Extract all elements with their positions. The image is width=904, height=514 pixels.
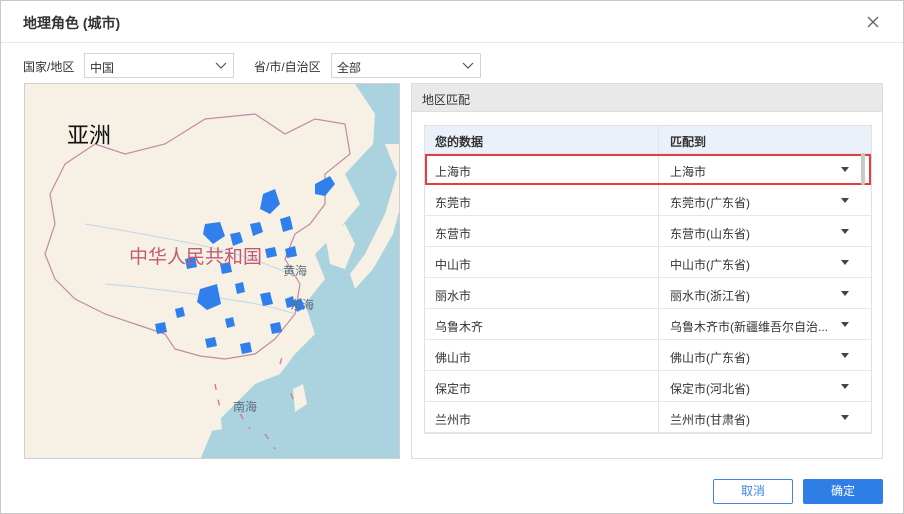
- dialog-titlebar: 地理角色 (城市): [1, 1, 903, 43]
- caret-down-icon[interactable]: [841, 415, 849, 420]
- table-header: 您的数据 匹配到: [425, 126, 871, 154]
- ok-button[interactable]: 确定: [803, 479, 883, 504]
- row-data-cell: 乌鲁木齐: [435, 320, 484, 334]
- row-match-cell[interactable]: 丽水市(浙江省): [670, 287, 840, 304]
- caret-down-icon[interactable]: [841, 229, 849, 234]
- match-table[interactable]: 您的数据 匹配到 上海市 上海市 东莞市 东莞市(广东省) 东营市 东营市(山东…: [424, 125, 872, 434]
- row-data-cell: 丽水市: [435, 289, 472, 303]
- geo-role-dialog: 地理角色 (城市) 国家/地区 中国 省/市/自治区 全部 亚洲 中华人民共和国…: [0, 0, 904, 514]
- map-label-yellow-sea: 黄海: [283, 264, 308, 278]
- taiwan-island: [293, 384, 307, 412]
- cancel-button[interactable]: 取消: [713, 479, 793, 504]
- panel-title: 地区匹配: [422, 93, 471, 107]
- dialog-title: 地理角色 (城市): [23, 15, 121, 31]
- province-label: 省/市/自治区: [254, 60, 321, 74]
- table-row[interactable]: 乌鲁木齐 乌鲁木齐市(新疆维吾尔自治...: [425, 309, 871, 340]
- map-label-continent: 亚洲: [67, 123, 112, 148]
- table-row[interactable]: 丽水市 丽水市(浙江省): [425, 278, 871, 309]
- map-label-east-sea: 东海: [290, 298, 315, 312]
- row-data-cell: 中山市: [435, 258, 472, 272]
- chevron-down-icon: [215, 62, 227, 69]
- row-data-cell: 上海市: [435, 165, 472, 179]
- caret-down-icon[interactable]: [841, 198, 849, 203]
- map-view[interactable]: 亚洲 中华人民共和国 黄海 东海 南海: [24, 83, 400, 459]
- table-row-selected[interactable]: 上海市 上海市: [425, 154, 871, 185]
- map-label-country: 中华人民共和国: [129, 247, 263, 268]
- row-data-cell: 东营市: [435, 227, 472, 241]
- header-your-data: 您的数据: [435, 135, 484, 149]
- table-row[interactable]: 兰州市 兰州市(甘肃省): [425, 402, 871, 433]
- country-select[interactable]: 中国: [84, 53, 234, 78]
- table-row[interactable]: 东营市 东营市(山东省): [425, 216, 871, 247]
- caret-down-icon[interactable]: [841, 353, 849, 358]
- caret-down-icon[interactable]: [841, 167, 849, 172]
- row-match-cell[interactable]: 东营市(山东省): [670, 225, 840, 242]
- table-scrollbar[interactable]: [861, 153, 865, 185]
- caret-down-icon[interactable]: [841, 291, 849, 296]
- province-select[interactable]: 全部: [331, 53, 481, 78]
- row-data-cell: 兰州市: [435, 413, 472, 427]
- japan-island: [350, 144, 399, 289]
- region-match-panel: 地区匹配 您的数据 匹配到 上海市 上海市 东莞市 东莞市(广东省) 东营市 东…: [411, 83, 883, 459]
- table-row[interactable]: 佛山市 佛山市(广东省): [425, 340, 871, 371]
- row-data-cell: 佛山市: [435, 351, 472, 365]
- row-match-cell[interactable]: 兰州市(甘肃省): [670, 411, 840, 428]
- panel-header: 地区匹配: [412, 84, 882, 112]
- caret-down-icon[interactable]: [841, 260, 849, 265]
- row-match-cell[interactable]: 佛山市(广东省): [670, 349, 840, 366]
- map-label-south-sea: 南海: [233, 400, 258, 414]
- row-match-cell[interactable]: 乌鲁木齐市(新疆维吾尔自治...: [670, 318, 840, 335]
- hainan-island: [203, 412, 222, 432]
- row-data-cell: 东莞市: [435, 196, 472, 210]
- table-row[interactable]: 中山市 中山市(广东省): [425, 247, 871, 278]
- table-row[interactable]: 保定市 保定市(河北省): [425, 371, 871, 402]
- country-select-value: 中国: [90, 61, 115, 75]
- row-match-cell[interactable]: 保定市(河北省): [670, 380, 840, 397]
- row-match-cell[interactable]: 东莞市(广东省): [670, 194, 840, 211]
- header-match-to: 匹配到: [670, 135, 707, 149]
- row-match-cell[interactable]: 中山市(广东省): [670, 256, 840, 273]
- row-match-cell[interactable]: 上海市: [670, 163, 840, 180]
- row-data-cell: 保定市: [435, 382, 472, 396]
- caret-down-icon[interactable]: [841, 322, 849, 327]
- table-row[interactable]: 东莞市 东莞市(广东省): [425, 185, 871, 216]
- caret-down-icon[interactable]: [841, 384, 849, 389]
- chevron-down-icon: [462, 62, 474, 69]
- province-select-value: 全部: [337, 61, 362, 75]
- close-icon[interactable]: [865, 14, 881, 30]
- country-label: 国家/地区: [23, 60, 75, 74]
